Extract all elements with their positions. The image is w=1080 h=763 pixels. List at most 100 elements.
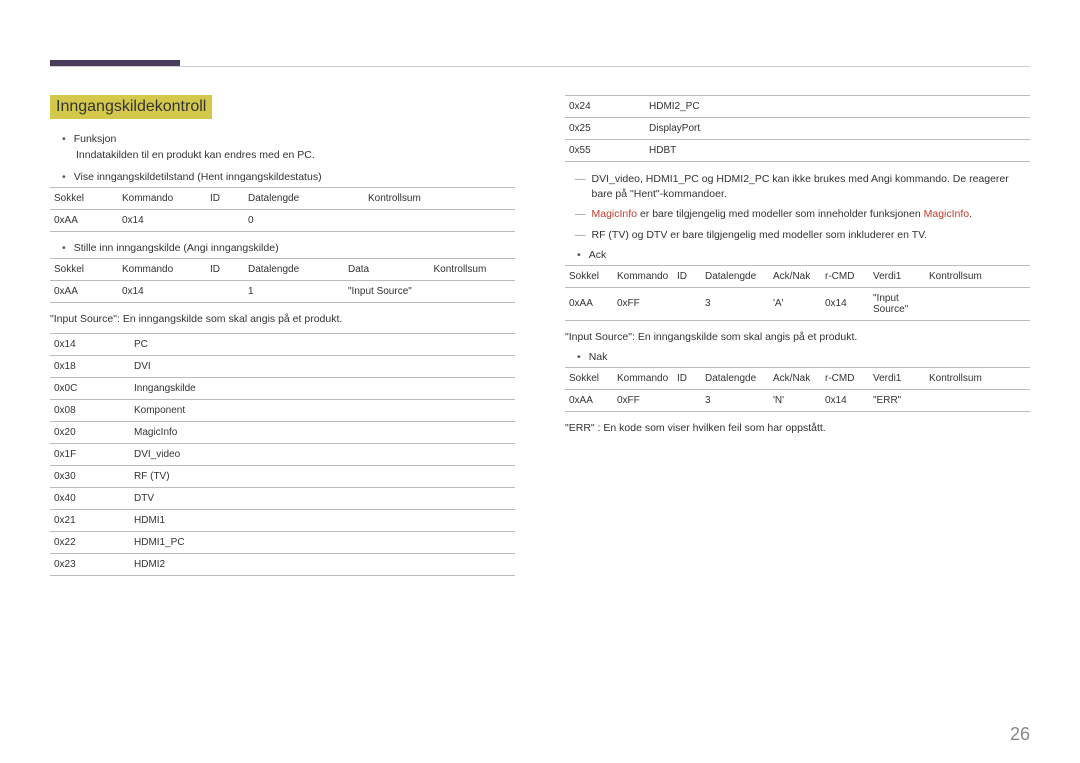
bullet-text: Nak (589, 351, 608, 363)
th-kommando: Kommando (118, 259, 206, 281)
th-id: ID (673, 367, 701, 389)
td: 0xFF (613, 287, 673, 320)
th-kommando: Kommando (613, 367, 673, 389)
bullet-funksjon: Funksjon (50, 133, 515, 145)
code-value: 0x24 (565, 96, 645, 118)
code-value: 0x55 (565, 140, 645, 162)
magicinfo-red: MagicInfo (924, 208, 970, 220)
code-value: 0x18 (50, 356, 130, 378)
td: "Input Source" (344, 281, 430, 303)
magicinfo-red: MagicInfo (592, 208, 638, 220)
code-value: 0x40 (50, 488, 130, 510)
code-name: MagicInfo (130, 422, 515, 444)
th-id: ID (206, 188, 244, 210)
code-name: Inngangskilde (130, 378, 515, 400)
code-name: HDMI1_PC (130, 532, 515, 554)
code-value: 0x21 (50, 510, 130, 532)
td: 3 (701, 287, 769, 320)
th-datalengde: Datalengde (244, 188, 364, 210)
td: 0xAA (565, 287, 613, 320)
bullet-ack: Ack (565, 249, 1030, 261)
th-kontrollsum: Kontrollsum (925, 265, 1030, 287)
td: 0x14 (821, 389, 869, 411)
th-rcmd: r-CMD (821, 367, 869, 389)
th-sokkel: Sokkel (565, 367, 613, 389)
code-name: DVI (130, 356, 515, 378)
note-2: MagicInfo er bare tilgjengelig med model… (565, 207, 1030, 222)
desc3: "ERR" : En kode som viser hvilken feil s… (565, 422, 1030, 434)
td: 'A' (769, 287, 821, 320)
code-value: 0x22 (50, 532, 130, 554)
bullet-nak: Nak (565, 351, 1030, 363)
th-rcmd: r-CMD (821, 265, 869, 287)
td: 3 (701, 389, 769, 411)
td: "Input Source" (869, 287, 925, 320)
main-content: Inngangskildekontroll Funksjon Inndataki… (50, 95, 1030, 586)
note-text: RF (TV) og DTV er bare tilgjengelig med … (592, 228, 928, 243)
code-name: DVI_video (130, 444, 515, 466)
td: 1 (244, 281, 344, 303)
td (673, 389, 701, 411)
code-value: 0x30 (50, 466, 130, 488)
table-get-status: Sokkel Kommando ID Datalengde Kontrollsu… (50, 187, 515, 232)
code-value: 0x23 (50, 554, 130, 576)
th-data: Data (344, 259, 430, 281)
note-3: RF (TV) og DTV er bare tilgjengelig med … (565, 228, 1030, 243)
funksjon-desc: Inndatakilden til en produkt kan endres … (50, 149, 515, 161)
td: 0xAA (50, 210, 118, 232)
table-codes-left: 0x14PC0x18DVI0x0CInngangskilde0x08Kompon… (50, 333, 515, 576)
td: "ERR" (869, 389, 925, 411)
td (925, 389, 1030, 411)
desc2: "Input Source": En inngangskilde som ska… (565, 331, 1030, 343)
td: 0x14 (821, 287, 869, 320)
td: 0 (244, 210, 364, 232)
table-ack: Sokkel Kommando ID Datalengde Ack/Nak r-… (565, 265, 1030, 321)
note-text: MagicInfo er bare tilgjengelig med model… (592, 207, 973, 222)
note-text: DVI_video, HDMI1_PC og HDMI2_PC kan ikke… (592, 172, 1031, 201)
header-rule (50, 66, 1030, 67)
code-value: 0x14 (50, 334, 130, 356)
bullet-text: Funksjon (74, 133, 117, 145)
left-column: Inngangskildekontroll Funksjon Inndataki… (50, 95, 515, 586)
th-acknak: Ack/Nak (769, 367, 821, 389)
th-verdi1: Verdi1 (869, 265, 925, 287)
code-name: HDMI2 (130, 554, 515, 576)
th-sokkel: Sokkel (50, 259, 118, 281)
th-datalengde: Datalengde (244, 259, 344, 281)
td: 'N' (769, 389, 821, 411)
table-set-source: Sokkel Kommando ID Datalengde Data Kontr… (50, 258, 515, 303)
td (673, 287, 701, 320)
desc1: "Input Source": En inngangskilde som ska… (50, 313, 515, 325)
bullet-text: Stille inn inngangskilde (Angi inngangsk… (74, 242, 279, 254)
td: 0xAA (565, 389, 613, 411)
code-value: 0x08 (50, 400, 130, 422)
table-codes-right: 0x24HDMI2_PC0x25DisplayPort0x55HDBT (565, 95, 1030, 162)
td: 0x14 (118, 281, 206, 303)
code-name: DTV (130, 488, 515, 510)
bullet-stille: Stille inn inngangskilde (Angi inngangsk… (50, 242, 515, 254)
td (430, 281, 516, 303)
bullet-vise: Vise inngangskildetilstand (Hent inngang… (50, 171, 515, 183)
td: 0xFF (613, 389, 673, 411)
td: 0x14 (118, 210, 206, 232)
code-name: PC (130, 334, 515, 356)
bullet-text: Vise inngangskildetilstand (Hent inngang… (74, 171, 322, 183)
th-kontrollsum: Kontrollsum (925, 367, 1030, 389)
note-part: er bare tilgjengelig med modeller som in… (637, 208, 924, 220)
right-column: 0x24HDMI2_PC0x25DisplayPort0x55HDBT DVI_… (565, 95, 1030, 586)
th-sokkel: Sokkel (50, 188, 118, 210)
code-value: 0x25 (565, 118, 645, 140)
code-name: RF (TV) (130, 466, 515, 488)
page-number: 26 (1010, 724, 1030, 745)
td (206, 210, 244, 232)
th-sokkel: Sokkel (565, 265, 613, 287)
th-kommando: Kommando (613, 265, 673, 287)
th-acknak: Ack/Nak (769, 265, 821, 287)
th-datalengde: Datalengde (701, 367, 769, 389)
table-nak: Sokkel Kommando ID Datalengde Ack/Nak r-… (565, 367, 1030, 412)
th-verdi1: Verdi1 (869, 367, 925, 389)
bullet-text: Ack (589, 249, 607, 261)
note-1: DVI_video, HDMI1_PC og HDMI2_PC kan ikke… (565, 172, 1030, 201)
th-id: ID (673, 265, 701, 287)
th-id: ID (206, 259, 244, 281)
